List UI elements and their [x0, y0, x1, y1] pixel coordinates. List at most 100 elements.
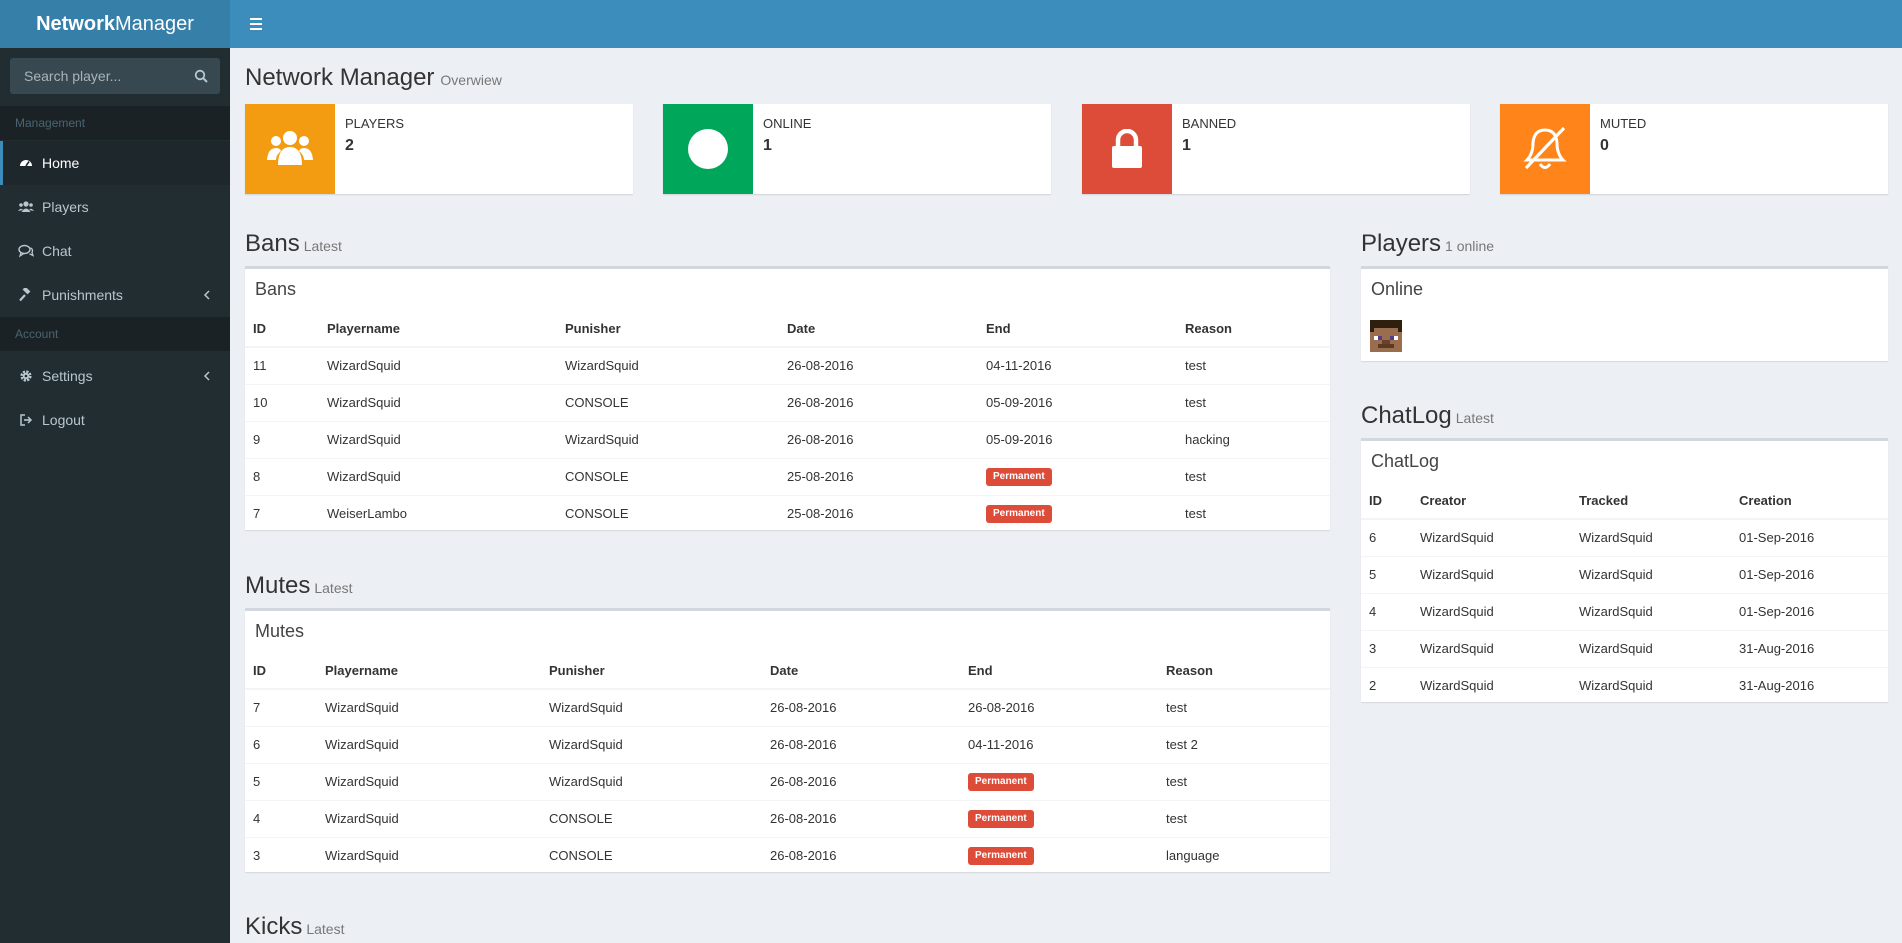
- search-input[interactable]: [10, 58, 190, 94]
- cell-date: 26-08-2016: [762, 762, 960, 800]
- lock-icon: [1082, 104, 1172, 194]
- bans-table: ID Playername Punisher Date End Reason 1…: [245, 310, 1330, 532]
- cell-punisher: WizardSquid: [541, 725, 762, 763]
- cell-date: 26-08-2016: [762, 836, 960, 874]
- player-avatar[interactable]: [1370, 320, 1402, 352]
- column-header: ID: [1361, 482, 1412, 520]
- table-row: 9 WizardSquid WizardSquid 26-08-2016 05-…: [245, 420, 1330, 458]
- table-row: 8 WizardSquid CONSOLE 25-08-2016 Permane…: [245, 457, 1330, 495]
- table-row: 6 WizardSquid WizardSquid 01-Sep-2016: [1361, 518, 1888, 556]
- cell-playername: WizardSquid: [317, 725, 541, 763]
- mutes-section-title: Mutes Latest: [245, 572, 353, 600]
- cell-creator: WizardSquid: [1412, 592, 1571, 630]
- cell-end: Permanent: [960, 762, 1158, 800]
- sidebar-item-players[interactable]: Players: [0, 185, 230, 229]
- sidebar-item-settings[interactable]: Settings: [0, 354, 230, 398]
- app-logo[interactable]: Network Manager: [0, 0, 230, 48]
- section-title-text: Bans: [245, 230, 300, 257]
- stat-box-muted: MUTED 0: [1500, 104, 1888, 194]
- section-subtitle: Latest: [314, 580, 353, 596]
- table-row: 5 WizardSquid WizardSquid 01-Sep-2016: [1361, 555, 1888, 593]
- permanent-badge: Permanent: [968, 773, 1034, 791]
- hamburger-line: [250, 28, 262, 30]
- column-header: End: [960, 652, 1158, 690]
- box-title: Mutes: [255, 621, 305, 641]
- cell-end: Permanent: [960, 836, 1158, 874]
- cell-id: 5: [1361, 555, 1412, 593]
- sidebar-item-punishments[interactable]: Punishments: [0, 273, 230, 317]
- brand-light: Manager: [114, 12, 194, 35]
- sidebar-item-label: Home: [42, 155, 80, 171]
- stat-value: 0: [1600, 137, 1609, 154]
- page-subtitle: Overwiew: [440, 72, 502, 88]
- cell-end: 05-09-2016: [978, 383, 1177, 421]
- cell-playername: WizardSquid: [319, 346, 557, 384]
- column-header: ID: [245, 310, 319, 348]
- cell-date: 26-08-2016: [762, 725, 960, 763]
- cell-punisher: WizardSquid: [557, 420, 779, 458]
- sidebar-toggle-button[interactable]: [244, 12, 268, 36]
- cell-tracked: WizardSquid: [1571, 592, 1731, 630]
- table-row: 7 WizardSquid WizardSquid 26-08-2016 26-…: [245, 688, 1330, 726]
- chevron-left-icon: [203, 290, 210, 300]
- search-icon[interactable]: [194, 69, 208, 83]
- sidebar-header-management: Management: [0, 106, 230, 140]
- table-row: 6 WizardSquid WizardSquid 26-08-2016 04-…: [245, 725, 1330, 763]
- sidebar-search: [10, 58, 220, 94]
- sidebar-item-home[interactable]: Home: [0, 141, 230, 185]
- sidebar-item-chat[interactable]: Chat: [0, 229, 230, 273]
- gavel-icon: [18, 287, 34, 303]
- cell-id: 7: [245, 494, 319, 532]
- cell-creator: WizardSquid: [1412, 666, 1571, 704]
- cell-reason: hacking: [1177, 420, 1330, 458]
- box-title: ChatLog: [1371, 451, 1440, 471]
- table-row: 2 WizardSquid WizardSquid 31-Aug-2016: [1361, 666, 1888, 704]
- cell-creation: 01-Sep-2016: [1731, 518, 1888, 556]
- column-header: Reason: [1177, 310, 1330, 348]
- cell-date: 26-08-2016: [762, 799, 960, 837]
- cell-reason: language: [1158, 836, 1330, 874]
- cell-punisher: CONSOLE: [557, 494, 779, 532]
- section-subtitle: Latest: [306, 921, 345, 937]
- chatlog-table: ID Creator Tracked Creation 6 WizardSqui…: [1361, 482, 1888, 704]
- page-title-text: Network Manager: [245, 64, 435, 91]
- chatlog-box: ChatLog ID Creator Tracked Creation 6 Wi…: [1361, 438, 1888, 704]
- cell-tracked: WizardSquid: [1571, 518, 1731, 556]
- box-title: Online: [1371, 279, 1424, 299]
- cell-reason: test: [1158, 799, 1330, 837]
- cell-id: 3: [245, 836, 317, 874]
- sidebar-item-logout[interactable]: Logout: [0, 398, 230, 442]
- column-header: Creation: [1731, 482, 1888, 520]
- column-header: End: [978, 310, 1177, 348]
- brand-bold: Network: [36, 12, 115, 35]
- circle-icon: [663, 104, 753, 194]
- column-header: Playername: [319, 310, 557, 348]
- page-title: Network Manager Overwiew: [245, 64, 502, 92]
- cell-punisher: CONSOLE: [541, 836, 762, 874]
- dashboard-icon: [18, 155, 34, 171]
- cell-punisher: WizardSquid: [557, 346, 779, 384]
- table-header-row: ID Playername Punisher Date End Reason: [245, 310, 1330, 348]
- stat-box-players: PLAYERS 2: [245, 104, 633, 194]
- column-header: Date: [779, 310, 978, 348]
- stat-label: MUTED: [1600, 116, 1647, 131]
- column-header: Punisher: [557, 310, 779, 348]
- cell-punisher: CONSOLE: [541, 799, 762, 837]
- cell-id: 11: [245, 346, 319, 384]
- bell-slash-icon: [1500, 104, 1590, 194]
- cell-creator: WizardSquid: [1412, 629, 1571, 667]
- cell-date: 25-08-2016: [779, 457, 978, 495]
- stat-value: 1: [1182, 137, 1191, 154]
- cell-reason: test: [1158, 688, 1330, 726]
- cell-id: 3: [1361, 629, 1412, 667]
- column-header: Playername: [317, 652, 541, 690]
- cell-playername: WizardSquid: [317, 836, 541, 874]
- cell-id: 5: [245, 762, 317, 800]
- stat-value: 1: [763, 137, 772, 154]
- table-row: 5 WizardSquid WizardSquid 26-08-2016 Per…: [245, 762, 1330, 800]
- section-subtitle: 1 online: [1445, 238, 1495, 254]
- section-title-text: Kicks: [245, 913, 303, 940]
- column-header: ID: [245, 652, 317, 690]
- table-header-row: ID Playername Punisher Date End Reason: [245, 652, 1330, 690]
- cell-date: 25-08-2016: [779, 494, 978, 532]
